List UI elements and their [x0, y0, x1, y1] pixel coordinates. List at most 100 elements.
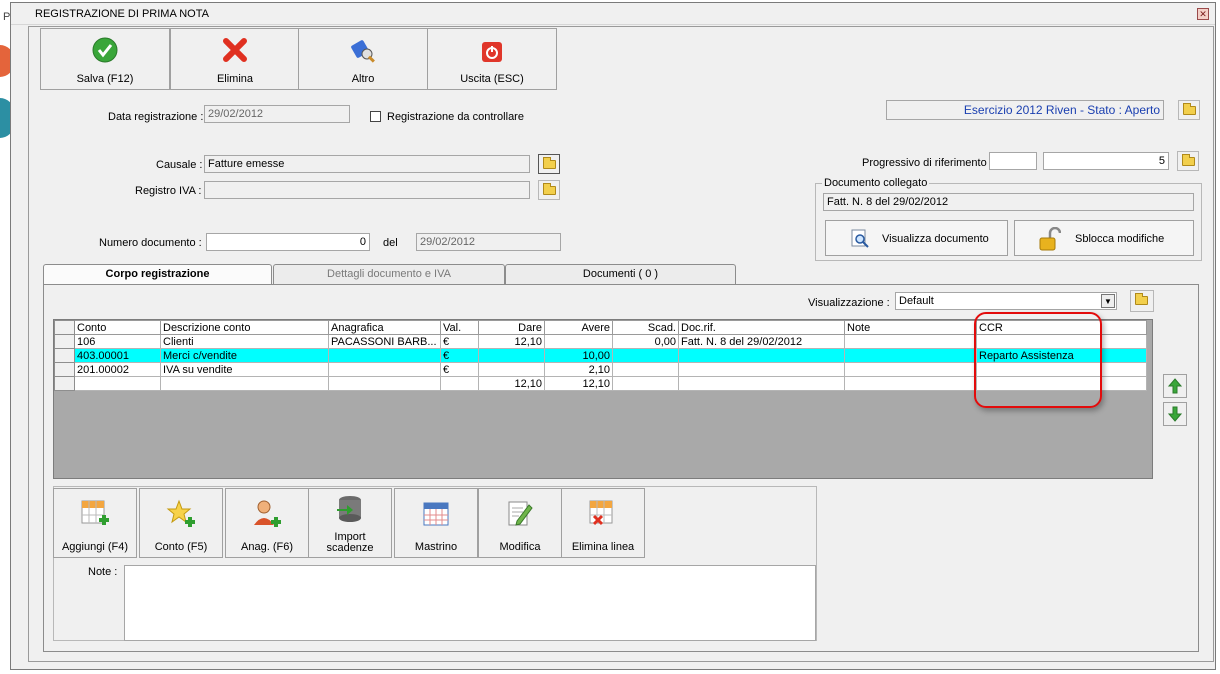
table-cell[interactable]	[328, 362, 441, 377]
table-cell[interactable]: 12,10	[478, 334, 545, 349]
table-cell[interactable]	[74, 376, 161, 391]
column-header[interactable]: Val.	[440, 320, 479, 335]
delete-button[interactable]: Elimina	[170, 28, 300, 90]
power-icon	[482, 42, 502, 62]
table-cell[interactable]: Clienti	[160, 334, 329, 349]
import-scadenze-button[interactable]: Import scadenze	[308, 488, 392, 558]
progressivo-field-a[interactable]	[989, 152, 1037, 170]
table-cell[interactable]: Fatt. N. 8 del 29/02/2012	[678, 334, 845, 349]
row-selector[interactable]	[54, 348, 75, 363]
table-cell[interactable]	[328, 348, 441, 363]
note-textarea[interactable]	[124, 565, 816, 641]
table-cell[interactable]: 10,00	[544, 348, 613, 363]
del-label: del	[383, 237, 398, 249]
table-cell[interactable]	[160, 376, 329, 391]
modifica-button[interactable]: Modifica	[478, 488, 562, 558]
conto-label: Conto (F5)	[154, 541, 208, 553]
grid-add-icon	[81, 500, 109, 525]
table-cell[interactable]: Merci c/vendite	[160, 348, 329, 363]
registro-iva-folder-button[interactable]	[538, 180, 560, 200]
move-down-button[interactable]	[1163, 402, 1187, 426]
numero-documento-field[interactable]: 0	[206, 233, 370, 251]
causale-field[interactable]: Fatture emesse	[204, 155, 530, 173]
del-date-field[interactable]: 29/02/2012	[416, 233, 561, 251]
row-selector[interactable]	[54, 376, 75, 391]
column-header[interactable]: Anagrafica	[328, 320, 441, 335]
database-import-icon	[337, 496, 361, 522]
folder-icon	[543, 157, 556, 169]
move-up-button[interactable]	[1163, 374, 1187, 398]
column-header[interactable]: Doc.rif.	[678, 320, 845, 335]
anagrafica-button[interactable]: Anag. (F6)	[225, 488, 309, 558]
unlock-changes-button[interactable]: Sblocca modifiche	[1014, 220, 1194, 256]
registro-iva-field[interactable]	[204, 181, 530, 199]
table-cell[interactable]: PACASSONI BARB...	[328, 334, 441, 349]
column-header[interactable]: Conto	[74, 320, 161, 335]
chevron-down-icon[interactable]: ▼	[1101, 294, 1115, 308]
exercise-folder-button[interactable]	[1178, 100, 1200, 120]
table-cell[interactable]	[678, 362, 845, 377]
exit-button[interactable]: Uscita (ESC)	[427, 28, 557, 90]
progressivo-folder-button[interactable]	[1177, 151, 1199, 171]
table-cell[interactable]: 12,10	[478, 376, 545, 391]
table-cell[interactable]: €	[440, 362, 479, 377]
table-cell[interactable]	[678, 348, 845, 363]
table-cell[interactable]: IVA su vendite	[160, 362, 329, 377]
table-cell[interactable]: 201.00002	[74, 362, 161, 377]
progressivo-field-b[interactable]: 5	[1043, 152, 1169, 170]
table-cell[interactable]	[478, 362, 545, 377]
column-header[interactable]: Descrizione conto	[160, 320, 329, 335]
table-cell[interactable]: 2,10	[544, 362, 613, 377]
visualizzazione-folder-button[interactable]	[1130, 290, 1154, 312]
table-cell[interactable]	[678, 376, 845, 391]
tab-dettagli-documento[interactable]: Dettagli documento e IVA	[273, 264, 505, 284]
table-cell[interactable]	[844, 376, 977, 391]
calendar-icon	[423, 502, 449, 526]
grid-delete-icon	[589, 500, 613, 526]
table-cell[interactable]: 403.00001	[74, 348, 161, 363]
causale-folder-button[interactable]	[538, 154, 560, 174]
delete-x-icon	[223, 38, 247, 62]
save-button[interactable]: Salva (F12)	[40, 28, 170, 90]
tab-documenti[interactable]: Documenti ( 0 )	[505, 264, 736, 284]
table-cell[interactable]	[612, 348, 679, 363]
tab-corpo-registrazione[interactable]: Corpo registrazione	[43, 264, 272, 285]
column-header[interactable]: Dare	[478, 320, 545, 335]
conto-button[interactable]: Conto (F5)	[139, 488, 223, 558]
table-cell[interactable]	[844, 348, 977, 363]
exercise-status-field: Esercizio 2012 Riven - Stato : Aperto	[886, 100, 1164, 120]
table-cell[interactable]	[612, 376, 679, 391]
tools-icon	[351, 40, 375, 63]
row-selector[interactable]	[54, 334, 75, 349]
row-selector[interactable]	[54, 362, 75, 377]
table-cell[interactable]	[844, 334, 977, 349]
more-button[interactable]: Altro	[298, 28, 428, 90]
column-header[interactable]: Avere	[544, 320, 613, 335]
registrazione-controllare-checkbox[interactable]	[370, 111, 381, 122]
window-title: REGISTRAZIONE DI PRIMA NOTA	[35, 8, 209, 20]
mastrino-button[interactable]: Mastrino	[394, 488, 478, 558]
table-cell[interactable]: 106	[74, 334, 161, 349]
add-line-button[interactable]: Aggiungi (F4)	[53, 488, 137, 558]
numero-documento-label: Numero documento :	[99, 237, 202, 249]
column-header[interactable]: Scad.	[612, 320, 679, 335]
registro-iva-label: Registro IVA :	[135, 185, 202, 197]
add-line-label: Aggiungi (F4)	[61, 541, 129, 553]
table-cell[interactable]	[328, 376, 441, 391]
table-cell[interactable]: €	[440, 334, 479, 349]
table-cell[interactable]	[440, 376, 479, 391]
view-document-button[interactable]: Visualizza documento	[825, 220, 1008, 256]
data-registrazione-field[interactable]: 29/02/2012	[204, 105, 350, 123]
table-cell[interactable]	[844, 362, 977, 377]
table-cell[interactable]	[544, 334, 613, 349]
visualizzazione-select[interactable]: Default ▼	[895, 292, 1117, 310]
table-cell[interactable]	[612, 362, 679, 377]
table-cell[interactable]: 12,10	[544, 376, 613, 391]
close-window-button[interactable]: ✕	[1197, 8, 1209, 20]
column-header[interactable]: Note	[844, 320, 977, 335]
mastrino-label: Mastrino	[414, 541, 458, 553]
table-cell[interactable]	[478, 348, 545, 363]
table-cell[interactable]: €	[440, 348, 479, 363]
delete-line-button[interactable]: Elimina linea	[561, 488, 645, 558]
table-cell[interactable]: 0,00	[612, 334, 679, 349]
